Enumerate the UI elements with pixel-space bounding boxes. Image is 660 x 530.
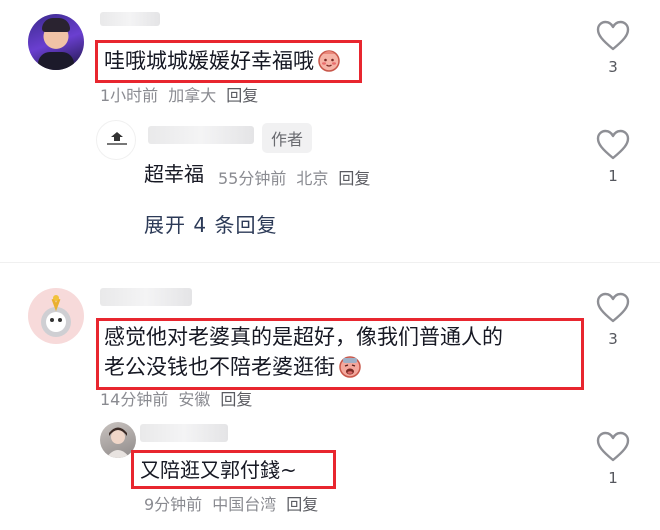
blush-emoji-icon bbox=[317, 48, 341, 80]
comment-location: 中国台湾 bbox=[212, 495, 277, 514]
comment-location: 加拿大 bbox=[168, 86, 217, 105]
username-blurred[interactable] bbox=[140, 424, 228, 442]
comment-meta: 9分钟前 中国台湾 回复 bbox=[144, 491, 328, 515]
heart-outline-icon[interactable] bbox=[596, 20, 630, 52]
like-count: 3 bbox=[608, 58, 618, 76]
like-count: 1 bbox=[608, 167, 618, 185]
username-blurred[interactable] bbox=[100, 288, 192, 306]
heart-outline-icon[interactable] bbox=[596, 292, 630, 324]
reply-button[interactable]: 回复 bbox=[226, 86, 258, 105]
comment-time: 9分钟前 bbox=[144, 495, 203, 514]
username-blurred[interactable] bbox=[100, 12, 160, 26]
comment-meta: 55分钟前 北京 回复 bbox=[218, 165, 380, 189]
comment-time: 14分钟前 bbox=[100, 390, 169, 409]
comment-location: 安徽 bbox=[178, 390, 211, 409]
like-count: 3 bbox=[608, 330, 618, 348]
comment-text: 哇哦城城媛媛好幸福哦 bbox=[104, 46, 341, 80]
avatar[interactable] bbox=[96, 120, 136, 160]
comment-time: 1小时前 bbox=[100, 86, 159, 105]
comment-location: 北京 bbox=[296, 169, 329, 188]
comment-text-line-1: 感觉他对老婆真的是超好，像我们普通人的 bbox=[104, 325, 503, 349]
comment-text: 超幸福 bbox=[144, 162, 204, 186]
heart-outline-icon[interactable] bbox=[596, 129, 630, 161]
reply-button[interactable]: 回复 bbox=[338, 169, 370, 188]
comment-meta: 1小时前 加拿大 回复 bbox=[100, 82, 268, 106]
comment-text: 又陪逛又郭付錢~ bbox=[140, 458, 297, 482]
avatar[interactable] bbox=[28, 14, 84, 70]
cry-emoji-icon bbox=[338, 354, 362, 386]
reply-button[interactable]: 回复 bbox=[220, 390, 252, 409]
author-badge: 作者 bbox=[262, 123, 313, 153]
heart-outline-icon[interactable] bbox=[596, 431, 630, 463]
comment-time: 55分钟前 bbox=[218, 169, 287, 188]
reply-button[interactable]: 回复 bbox=[286, 495, 318, 514]
comment-meta: 14分钟前 安徽 回复 bbox=[100, 386, 262, 410]
like-count: 1 bbox=[608, 469, 618, 487]
comment-text-line-2: 老公没钱也不陪老婆逛街 bbox=[104, 352, 362, 386]
expand-replies-button[interactable]: 展开 4 条回复 bbox=[144, 209, 277, 238]
username-blurred[interactable] bbox=[148, 126, 254, 144]
divider bbox=[0, 262, 660, 263]
avatar[interactable] bbox=[28, 288, 84, 344]
